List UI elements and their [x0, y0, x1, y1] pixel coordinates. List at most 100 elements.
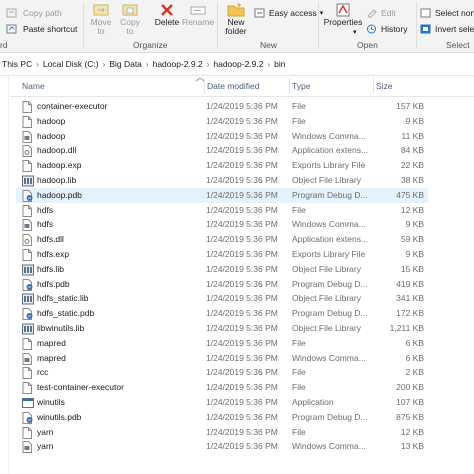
file-date-modified: 1/24/2019 5:36 PM	[206, 382, 278, 393]
group-label-organize: Organize	[133, 40, 168, 50]
properties-button[interactable]: Properties	[322, 2, 364, 27]
file-size: 6 KB	[405, 337, 424, 348]
file-type: Windows Comma...	[292, 219, 366, 230]
file-name: winutils.pdb	[37, 411, 82, 422]
file-row[interactable]: hdfs 1/24/2019 5:36 PM File 12 KB	[16, 203, 428, 218]
file-date-modified: 1/24/2019 5:36 PM	[206, 308, 278, 319]
select-none-button[interactable]: Select none	[420, 8, 474, 18]
file-type: Exports Library File	[292, 249, 366, 259]
column-header: Name Date modified Type Size	[10, 76, 474, 97]
chevron-right-icon: ›	[102, 59, 106, 69]
file-row[interactable]: winutils.pdb 1/24/2019 5:36 PM Program Deb…	[16, 410, 428, 425]
file-date-modified: 1/24/2019 5:36 PM	[206, 323, 278, 333]
group-label-new: New	[260, 40, 278, 50]
file-row[interactable]: hadoop.pdb 1/24/2019 5:36 PM Program Debug…	[16, 187, 428, 203]
file-row[interactable]: hadoop 1/24/2019 5:36 PM Windows Comma... 1…	[16, 129, 428, 144]
file-name: hdfs.lib	[37, 263, 64, 274]
chevron-right-icon: ›	[206, 59, 210, 69]
file-date-modified: 1/24/2019 5:36 PM	[206, 101, 278, 111]
file-row[interactable]: hadoop 1/24/2019 5:36 PM File 9 KB	[16, 114, 428, 129]
breadcrumb-local-disk[interactable]: Local Disk (C:)	[41, 59, 101, 69]
file-row[interactable]: hdfs.dll 1/24/2019 5:36 PM Application ext…	[16, 232, 428, 247]
breadcrumb-big-data[interactable]: Big Data	[107, 59, 144, 69]
easy-access-button[interactable]: Easy access ▾	[254, 8, 323, 18]
history-label: History	[381, 24, 408, 34]
address-bar[interactable]: This PC › Local Disk (C:) › Big Data › h…	[0, 53, 474, 76]
file-date-modified: 1/24/2019 5:36 PM	[206, 352, 278, 363]
file-date-modified: 1/24/2019 5:36 PM	[206, 234, 278, 245]
file-row[interactable]: yarn 1/24/2019 5:36 PM File 12 KB	[16, 425, 428, 440]
file-type: File	[292, 115, 306, 126]
file-date-modified: 1/24/2019 5:36 PM	[206, 219, 278, 230]
new-folder-button[interactable]: New folder	[222, 2, 250, 36]
file-size: 9 KB	[405, 115, 424, 126]
file-row[interactable]: mapred 1/24/2019 5:36 PM Windows Comma... 6…	[16, 351, 428, 366]
copy-to-button[interactable]: Copy to	[117, 2, 143, 36]
file-date-modified: 1/24/2019 5:36 PM	[206, 145, 278, 156]
file-row[interactable]: hdfs_static.lib 1/24/2019 5:36 PM Object F…	[16, 291, 428, 306]
paste-shortcut-icon	[6, 24, 17, 34]
file-type: Windows Comma...	[292, 352, 366, 363]
breadcrumb-hadoop-inner[interactable]: hadoop-2.9.2	[211, 59, 265, 69]
copy-to-label: Copy to	[120, 17, 140, 36]
sort-caret-icon	[195, 77, 205, 82]
breadcrumb-hadoop-outer[interactable]: hadoop-2.9.2	[151, 59, 205, 69]
file-type: Program Debug D...	[292, 278, 368, 289]
properties-icon	[336, 3, 350, 17]
file-row[interactable]: mapred 1/24/2019 5:36 PM File 6 KB	[16, 336, 428, 351]
move-to-label: Move to	[90, 17, 112, 36]
file-type: Windows Comma...	[292, 441, 366, 452]
column-header-date[interactable]: Date modified	[207, 81, 259, 91]
new-folder-label: New folder	[225, 17, 247, 36]
file-row[interactable]: hdfs 1/24/2019 5:36 PM Windows Comma... 9 K…	[16, 217, 428, 232]
column-header-type[interactable]: Type	[292, 81, 310, 91]
copy-path-button[interactable]: Copy path	[6, 8, 62, 18]
file-size: 875 KB	[396, 411, 424, 422]
file-date-modified: 1/24/2019 5:36 PM	[206, 130, 278, 141]
file-row[interactable]: container-executor 1/24/2019 5:36 PM File 1…	[16, 99, 428, 114]
file-row[interactable]: hdfs_static.pdb 1/24/2019 5:36 PM Program …	[16, 306, 428, 321]
file-row[interactable]: winutils 1/24/2019 5:36 PM Application 107 …	[16, 395, 428, 410]
column-header-size[interactable]: Size	[376, 81, 393, 91]
file-row[interactable]: hdfs.lib 1/24/2019 5:36 PM Object File Lib…	[16, 262, 428, 277]
file-name: hdfs.pdb	[37, 278, 70, 289]
file-date-modified: 1/24/2019 5:36 PM	[206, 175, 278, 185]
file-date-modified: 1/24/2019 5:36 PM	[206, 411, 278, 422]
file-size: 11 KB	[401, 130, 424, 141]
history-button[interactable]: History	[366, 24, 407, 34]
file-size: 107 KB	[396, 397, 424, 407]
select-none-label: Select none	[435, 8, 474, 18]
rename-button[interactable]: Rename	[182, 2, 214, 27]
paste-shortcut-button[interactable]: Paste shortcut	[6, 24, 77, 34]
breadcrumb-bin[interactable]: bin	[272, 59, 287, 69]
file-row[interactable]: hdfs.exp 1/24/2019 5:36 PM Exports Library…	[16, 247, 428, 262]
file-size: 1,211 KB	[389, 323, 424, 333]
breadcrumb-this-pc[interactable]: This PC	[0, 59, 34, 69]
file-date-modified: 1/24/2019 5:36 PM	[206, 204, 278, 215]
file-row[interactable]: rcc 1/24/2019 5:36 PM File 2 KB	[16, 365, 428, 380]
file-size: 22 KB	[400, 160, 424, 171]
file-row[interactable]: test-container-executor 1/24/2019 5:36 PM…	[16, 380, 428, 395]
file-name: hdfs.exp	[37, 249, 70, 259]
edit-button[interactable]: Edit	[366, 8, 396, 18]
history-icon	[367, 24, 376, 34]
file-row[interactable]: libwinutils.lib 1/24/2019 5:36 PM Object F…	[16, 321, 428, 336]
move-to-button[interactable]: Move to	[88, 2, 114, 36]
file-type: Application	[292, 397, 334, 407]
file-name: hadoop.pdb	[37, 189, 82, 200]
file-row[interactable]: hdfs.pdb 1/24/2019 5:36 PM Program Debug D…	[16, 277, 428, 292]
rename-icon	[190, 6, 206, 15]
file-row[interactable]: hadoop.dll 1/24/2019 5:36 PM Application e…	[16, 143, 428, 158]
file-row[interactable]: hadoop.lib 1/24/2019 5:36 PM Object File L…	[16, 173, 428, 188]
file-row[interactable]: hadoop.exp 1/24/2019 5:36 PM Exports Libra…	[16, 158, 428, 173]
chevron-right-icon: ›	[36, 59, 39, 69]
column-header-name[interactable]: Name	[22, 81, 45, 91]
file-name: hdfs	[37, 204, 54, 215]
invert-selection-button[interactable]: Invert select	[420, 24, 474, 34]
file-type: File	[292, 367, 306, 378]
file-size: 2 KB	[405, 367, 424, 378]
delete-button[interactable]: Delete	[150, 2, 184, 27]
file-size: 15 KB	[400, 263, 424, 274]
file-date-modified: 1/24/2019 5:36 PM	[206, 367, 278, 378]
file-row[interactable]: yarn 1/24/2019 5:36 PM Windows Comma... 13 …	[16, 439, 428, 454]
